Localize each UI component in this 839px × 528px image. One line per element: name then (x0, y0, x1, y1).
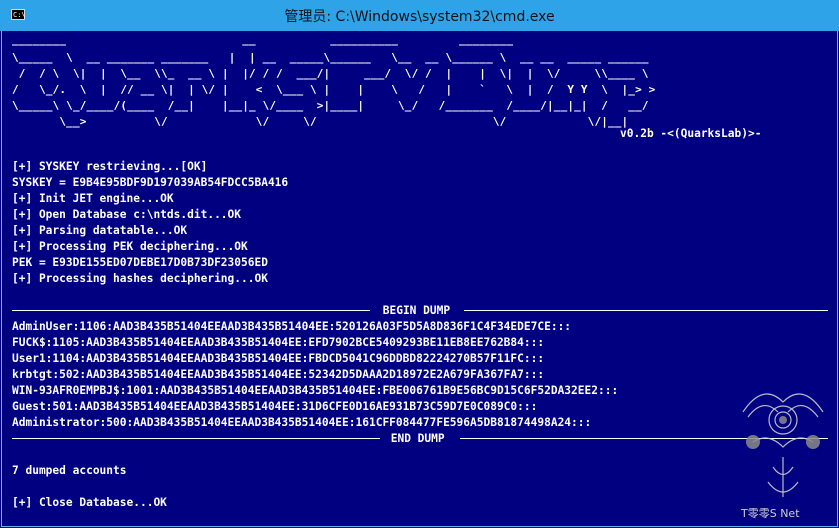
end-dump-label: END DUMP (384, 432, 452, 445)
begin-dump-label: BEGIN DUMP (376, 304, 457, 317)
status-line: [+] Open Database c:\ntds.dit...OK (12, 208, 242, 221)
hash-line: Administrator:500:AAD3B435B51404EEAAD3B4… (12, 416, 592, 429)
status-line: [+] Init JET engine...OK (12, 192, 174, 205)
end-dump-separator: END DUMP (12, 431, 828, 447)
banner-line: \__> \/ \/ \/ \/ \/|__| (12, 115, 629, 128)
hash-line: FUCK$:1105:AAD3B435B51404EEAAD3B435B5140… (12, 336, 545, 349)
window-title: 管理员: C:\Windows\system32\cmd.exe (284, 9, 555, 25)
hash-line: WIN-93AFR0EMPBJ$:1001:AAD3B435B51404EEAA… (12, 384, 619, 397)
status-line: [+] Processing PEK deciphering...OK (12, 240, 248, 253)
hash-line: Guest:501:AAD3B435B51404EEAAD3B435B51404… (12, 400, 538, 413)
watermark-text: T零零S Net (740, 507, 800, 520)
banner-line: ________ __ __________ ________ (12, 33, 514, 46)
window-titlebar[interactable]: C:\ 管理员: C:\Windows\system32\cmd.exe (0, 0, 839, 31)
status-line: [+] Processing hashes deciphering...OK (12, 272, 268, 285)
separator-rule (12, 310, 370, 311)
banner-line: / \_/. \ | // __ \| | \/ | < \___ \ | | … (12, 83, 656, 96)
banner-line: \_____ \ __ _______ _______ | | __ _____… (12, 51, 649, 64)
close-database-line: [+] Close Database...OK (12, 496, 167, 509)
hash-line: krbtgt:502:AAD3B435B51404EEAAD3B435B5140… (12, 368, 545, 381)
banner-line: \_____\ \_/____/(____ /__| |__|_ \/____ … (12, 99, 649, 112)
status-line: SYSKEY = E9B4E95BDF9D197039AB54FDCC5BA41… (12, 176, 289, 189)
separator-rule (464, 310, 828, 311)
hash-line: User1:1104:AAD3B435B51404EEAAD3B435B5140… (12, 352, 545, 365)
status-line: [+] Parsing datatable...OK (12, 224, 188, 237)
banner-line: / / \ \| | \__ \\_ __ \ | |/ / / ___/| _… (12, 67, 649, 80)
separator-rule (12, 438, 380, 439)
status-line: PEK = E93DE155ED07DEBE17D0B73DF23056ED (12, 256, 268, 269)
hash-line: AdminUser:1106:AAD3B435B51404EEAAD3B435B… (12, 320, 572, 333)
begin-dump-separator: BEGIN DUMP (12, 303, 828, 319)
summary-line: 7 dumped accounts (12, 464, 127, 477)
console-area[interactable]: ________ __ __________ ________ \_____ \… (1, 31, 838, 527)
banner-version: v0.2b -<(QuarksLab)>- (620, 127, 762, 140)
status-line: [+] SYSKEY restrieving...[OK] (12, 160, 208, 173)
dragon-emblem-icon: T零零S Net (740, 393, 824, 520)
